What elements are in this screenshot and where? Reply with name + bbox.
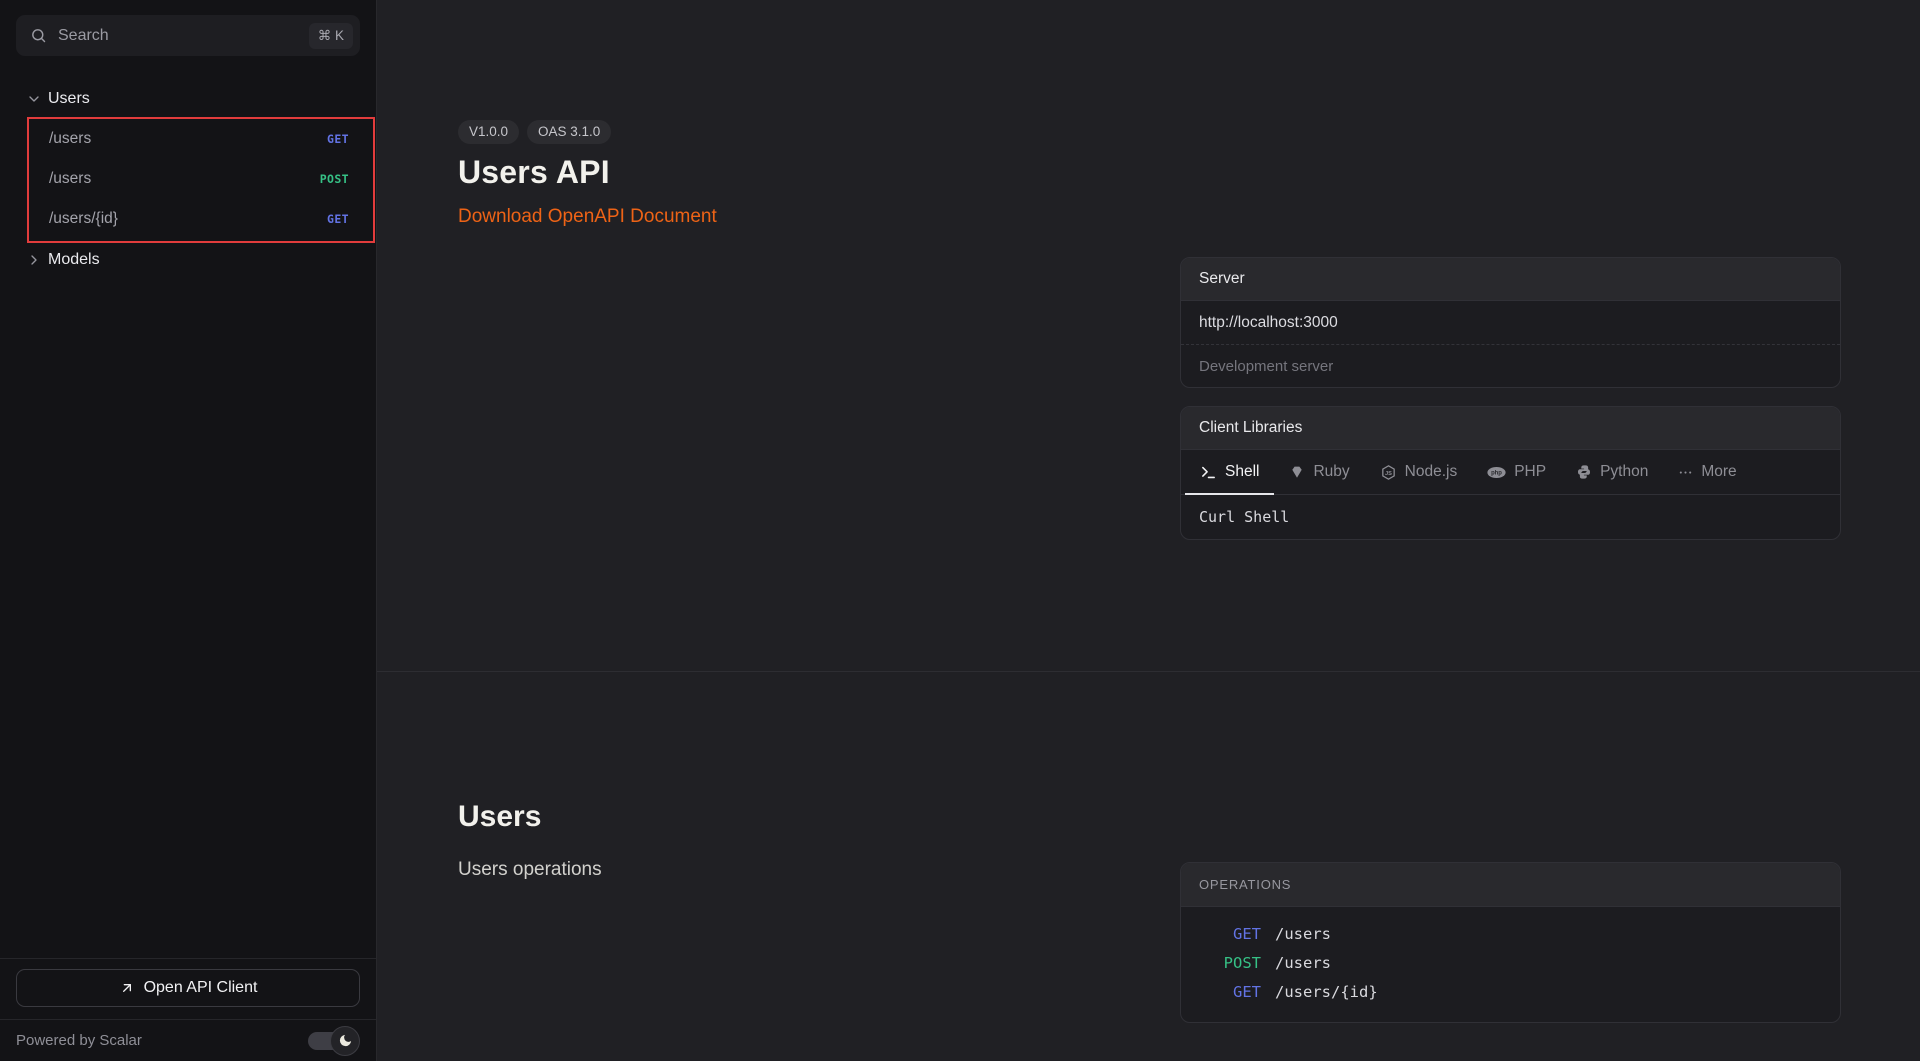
- sidebar-group-label: Users: [48, 90, 90, 108]
- version-badge: V1.0.0: [458, 120, 519, 144]
- operation-link-post-users[interactable]: POST /users: [1199, 949, 1822, 978]
- php-icon: php: [1487, 465, 1506, 480]
- main-content: V1.0.0 OAS 3.1.0 Users API Download Open…: [377, 0, 1920, 1061]
- oas-badge: OAS 3.1.0: [527, 120, 611, 144]
- users-text-column: Users Users operations: [458, 672, 1140, 1061]
- operation-method: POST: [1199, 949, 1261, 978]
- sidebar-group-users[interactable]: Users: [0, 88, 376, 110]
- tab-php[interactable]: php PHP: [1472, 450, 1561, 494]
- operations-list: GET /users POST /users GET /users/{id}: [1181, 907, 1840, 1022]
- terminal-icon: [1200, 464, 1217, 481]
- client-libraries-tabs: Shell Ruby JS Node.js: [1181, 450, 1840, 495]
- tab-more[interactable]: More: [1663, 450, 1751, 494]
- users-cards-column: OPERATIONS GET /users POST /users GET /u…: [1180, 672, 1841, 1061]
- svg-text:JS: JS: [1385, 470, 1392, 476]
- operation-method: GET: [1199, 978, 1261, 1007]
- dark-mode-toggle[interactable]: [308, 1026, 360, 1056]
- client-libraries-card: Client Libraries Shell Ruby: [1180, 406, 1841, 540]
- method-badge-post: POST: [320, 172, 349, 186]
- operations-card: OPERATIONS GET /users POST /users GET /u…: [1180, 862, 1841, 1023]
- sidebar-group-label: Models: [48, 251, 100, 269]
- sidebar-item-post-users[interactable]: /users POST: [0, 159, 376, 199]
- sidebar-footer: Open API Client Powered by Scalar: [0, 958, 376, 1061]
- open-api-client-button[interactable]: Open API Client: [16, 969, 360, 1007]
- endpoint-list: /users GET /users POST /users/{id} GET: [0, 119, 376, 239]
- operation-path: /users: [1275, 920, 1331, 949]
- server-card-header: Server: [1181, 258, 1840, 301]
- users-tag-section: Users Users operations OPERATIONS GET /u…: [377, 672, 1920, 1061]
- page-title: Users API: [458, 154, 1140, 191]
- ruby-icon: [1289, 464, 1305, 480]
- svg-text:php: php: [1491, 470, 1502, 476]
- intro-cards-column: Server http://localhost:3000 Development…: [1180, 0, 1841, 671]
- operation-link-get-users[interactable]: GET /users: [1199, 920, 1822, 949]
- open-api-client-label: Open API Client: [144, 979, 258, 997]
- operation-method: GET: [1199, 920, 1261, 949]
- server-description-row: Development server: [1181, 344, 1840, 387]
- search-placeholder: Search: [58, 27, 298, 45]
- users-section-description: Users operations: [458, 859, 1140, 881]
- search-shortcut-badge: ⌘ K: [309, 23, 353, 49]
- sidebar-spacer: [0, 271, 376, 958]
- python-icon: [1576, 464, 1592, 480]
- operation-link-get-users-id[interactable]: GET /users/{id}: [1199, 978, 1822, 1007]
- users-section-title: Users: [458, 800, 1140, 834]
- powered-by-row: Powered by Scalar: [0, 1019, 376, 1061]
- operation-path: /users: [1275, 949, 1331, 978]
- method-badge-get: GET: [327, 212, 349, 226]
- tab-shell[interactable]: Shell: [1185, 450, 1274, 494]
- method-badge-get: GET: [327, 132, 349, 146]
- sidebar-item-get-users-id[interactable]: /users/{id} GET: [0, 199, 376, 239]
- tab-ruby[interactable]: Ruby: [1274, 450, 1364, 494]
- operations-card-header: OPERATIONS: [1181, 863, 1840, 907]
- sidebar-group-models[interactable]: Models: [0, 249, 376, 271]
- chevron-right-icon: [26, 252, 42, 268]
- search-icon: [30, 27, 47, 44]
- download-openapi-link[interactable]: Download OpenAPI Document: [458, 206, 717, 228]
- tab-nodejs[interactable]: JS Node.js: [1365, 450, 1473, 494]
- ellipsis-icon: [1678, 465, 1693, 480]
- endpoint-path: /users: [49, 130, 327, 148]
- sidebar-nav: Users /users GET /users POST /users/{id}…: [0, 88, 376, 271]
- moon-icon: [330, 1026, 360, 1056]
- client-library-code-snippet[interactable]: Curl Shell: [1181, 495, 1840, 539]
- intro-text-column: V1.0.0 OAS 3.1.0 Users API Download Open…: [458, 0, 1140, 671]
- sidebar: Search ⌘ K Users /users GET /users POST …: [0, 0, 377, 1061]
- server-card: Server http://localhost:3000 Development…: [1180, 257, 1841, 388]
- endpoint-path: /users: [49, 170, 320, 188]
- tab-python[interactable]: Python: [1561, 450, 1663, 494]
- server-url-row[interactable]: http://localhost:3000: [1181, 301, 1840, 344]
- client-libraries-header: Client Libraries: [1181, 407, 1840, 450]
- sidebar-item-get-users[interactable]: /users GET: [0, 119, 376, 159]
- operation-path: /users/{id}: [1275, 978, 1378, 1007]
- powered-by-scalar-link[interactable]: Powered by Scalar: [16, 1032, 142, 1049]
- search-input[interactable]: Search ⌘ K: [16, 15, 360, 56]
- endpoint-path: /users/{id}: [49, 210, 327, 228]
- intro-section: V1.0.0 OAS 3.1.0 Users API Download Open…: [377, 0, 1920, 672]
- badges-row: V1.0.0 OAS 3.1.0: [458, 120, 1140, 144]
- arrow-up-right-icon: [119, 980, 135, 996]
- nodejs-icon: JS: [1380, 464, 1397, 481]
- chevron-down-icon: [26, 91, 42, 107]
